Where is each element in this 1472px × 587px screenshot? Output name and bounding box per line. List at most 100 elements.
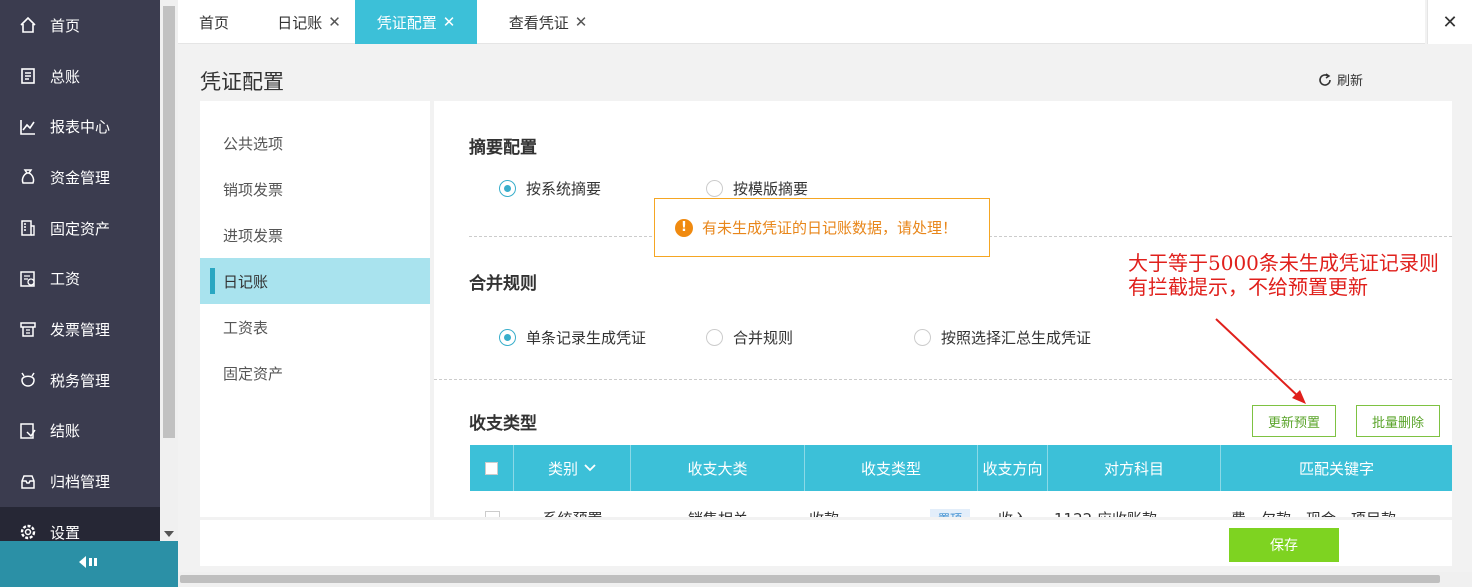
sidebar-collapse-button[interactable]: [0, 541, 178, 587]
menu-item-sales-invoice[interactable]: 销项发票: [200, 166, 430, 212]
sidebar-item-payroll[interactable]: 工资: [0, 253, 160, 304]
menu-item-fixed-assets[interactable]: 固定资产: [200, 350, 430, 396]
sidebar-item-reports[interactable]: 报表中心: [0, 101, 160, 152]
divider: [434, 379, 1452, 380]
radio-label: 按系统摘要: [526, 180, 602, 198]
menu-item-label: 销项发票: [223, 180, 284, 199]
row-checkbox[interactable]: [484, 510, 500, 517]
sidebar-item-label: 发票管理: [50, 320, 111, 339]
cell-keywords: 费，欠款，现金，项目款: [1221, 491, 1452, 518]
merge-rule-title: 合并规则: [469, 274, 537, 294]
close-all-tabs-button[interactable]: ✕: [1427, 0, 1472, 44]
scroll-down-arrow-icon[interactable]: [164, 531, 174, 537]
sidebar-item-label: 结账: [50, 422, 81, 441]
tab-journal[interactable]: 日记账 ✕: [264, 0, 354, 44]
horizontal-scroll-thumb[interactable]: [180, 575, 1440, 583]
refresh-label: 刷新: [1337, 74, 1364, 89]
column-label: 匹配关键字: [1298, 459, 1374, 478]
menu-item-label: 日记账: [223, 272, 269, 291]
refresh-icon: [1318, 72, 1332, 87]
sidebar-scrollbar[interactable]: [160, 0, 178, 541]
gear-icon: [18, 522, 38, 542]
menu-item-label: 进项发票: [223, 226, 284, 245]
menu-item-payroll[interactable]: 工资表: [200, 304, 430, 350]
sidebar-item-home[interactable]: 首页: [0, 0, 160, 51]
table-row[interactable]: 系统预置 销售相关 收款 置顶 收入 1122 应收账款 费，欠款，现金，项目款: [470, 491, 1452, 517]
column-label: 收支大类: [687, 459, 748, 478]
invoice-icon: [18, 319, 38, 339]
menu-item-common[interactable]: 公共选项: [200, 120, 430, 166]
column-label: 类别: [547, 459, 578, 478]
tab-label: 日记账: [277, 13, 323, 32]
tab-view-voucher[interactable]: 查看凭证 ✕: [488, 0, 608, 44]
sidebar-item-label: 归档管理: [50, 473, 111, 492]
sidebar-item-invoices[interactable]: 发票管理: [0, 304, 160, 355]
annotation-text: 大于等于5000条未生成凭证记录则有拦截提示，不给预置更新: [1128, 251, 1439, 299]
batch-delete-button[interactable]: 批量删除: [1356, 405, 1440, 437]
cell-category: 系统预置: [514, 491, 631, 518]
radio-template-summary[interactable]: 按模版摘要: [706, 178, 808, 199]
ledger-icon: [18, 66, 38, 86]
page-title: 凭证配置: [200, 70, 284, 94]
radio-merge-rule[interactable]: 合并规则: [706, 327, 793, 348]
sidebar-item-funds[interactable]: 资金管理: [0, 152, 160, 203]
column-header-account: 对方科目: [1048, 445, 1221, 491]
radio-system-summary[interactable]: 按系统摘要: [499, 178, 601, 199]
radio-label: 按照选择汇总生成凭证: [941, 329, 1092, 347]
tab-home[interactable]: 首页: [178, 0, 250, 44]
sidebar-item-archive[interactable]: 归档管理: [0, 456, 160, 507]
radio-label: 按模版摘要: [733, 180, 809, 198]
close-icon[interactable]: ✕: [328, 13, 341, 31]
table-header: 类别 收支大类 收支类型 收支方向 对方科目 匹配关键字: [470, 445, 1452, 491]
sidebar-item-ledger[interactable]: 总账: [0, 51, 160, 102]
tab-label: 凭证配置: [376, 13, 437, 32]
radio-circle: [499, 180, 516, 197]
chevron-down-icon: [584, 464, 596, 472]
toast-message: 有未生成凭证的日记账数据，请处理！: [702, 219, 958, 237]
cell-direction: 收入: [978, 491, 1048, 518]
sidebar-item-label: 首页: [50, 16, 81, 35]
header-checkbox-cell: [470, 445, 514, 491]
tab-voucher-config[interactable]: 凭证配置 ✕: [355, 0, 477, 44]
column-header-major: 收支大类: [631, 445, 805, 491]
sidebar-item-label: 工资: [50, 270, 81, 289]
close-icon: ✕: [1442, 11, 1458, 33]
horizontal-scrollbar[interactable]: [178, 572, 1472, 587]
radio-summary-by-selection[interactable]: 按照选择汇总生成凭证: [914, 327, 1091, 348]
column-header-type: 收支类型: [805, 445, 978, 491]
radio-single-record[interactable]: 单条记录生成凭证: [499, 327, 646, 348]
close-icon[interactable]: ✕: [443, 13, 456, 31]
update-preset-button[interactable]: 更新预置: [1252, 405, 1336, 437]
chart-icon: [18, 117, 38, 137]
close-icon[interactable]: ✕: [575, 13, 588, 31]
menu-item-label: 公共选项: [223, 134, 284, 153]
sidebar-item-label: 税务管理: [50, 371, 111, 390]
menu-item-purchase-invoice[interactable]: 进项发票: [200, 212, 430, 258]
config-menu: 公共选项 销项发票 进项发票 日记账 工资表 固定资产: [200, 101, 430, 517]
radio-circle: [499, 329, 516, 346]
column-header-direction: 收支方向: [978, 445, 1048, 491]
sidebar-item-tax[interactable]: 税务管理: [0, 355, 160, 406]
config-content: 摘要配置 按系统摘要 按模版摘要 合并规则 单条记录生成凭证 合并规则 按照选择…: [434, 101, 1452, 517]
column-header-category[interactable]: 类别: [514, 445, 631, 491]
income-expense-table: 类别 收支大类 收支类型 收支方向 对方科目 匹配关键字 系统预置 销售相关 收…: [470, 445, 1452, 517]
refresh-button[interactable]: 刷新: [1318, 70, 1363, 89]
tab-bar: 首页 日记账 ✕ 凭证配置 ✕ 查看凭证 ✕: [178, 0, 1425, 44]
menu-item-journal[interactable]: 日记账: [200, 258, 430, 304]
type-label: 收款: [809, 508, 839, 518]
sidebar-item-fixed-assets[interactable]: 固定资产: [0, 203, 160, 254]
sidebar-scroll-thumb[interactable]: [163, 6, 175, 438]
menu-item-label: 工资表: [223, 318, 269, 337]
radio-circle: [706, 180, 723, 197]
sidebar-item-checkout[interactable]: 结账: [0, 406, 160, 457]
select-all-checkbox[interactable]: [485, 461, 498, 475]
warning-icon: !: [675, 218, 693, 237]
column-label: 收支方向: [982, 459, 1043, 478]
sidebar: 首页 总账 报表中心 资金管理 固定资产 工资 发票管理 税务管理 结账 归档管…: [0, 0, 178, 587]
pin-top-badge[interactable]: 置顶: [929, 508, 970, 517]
summary-config-title: 摘要配置: [469, 138, 537, 158]
tax-icon: [18, 370, 38, 390]
radio-circle: [706, 329, 723, 346]
save-button[interactable]: 保存: [1229, 528, 1339, 562]
sidebar-item-label: 固定资产: [50, 219, 111, 238]
